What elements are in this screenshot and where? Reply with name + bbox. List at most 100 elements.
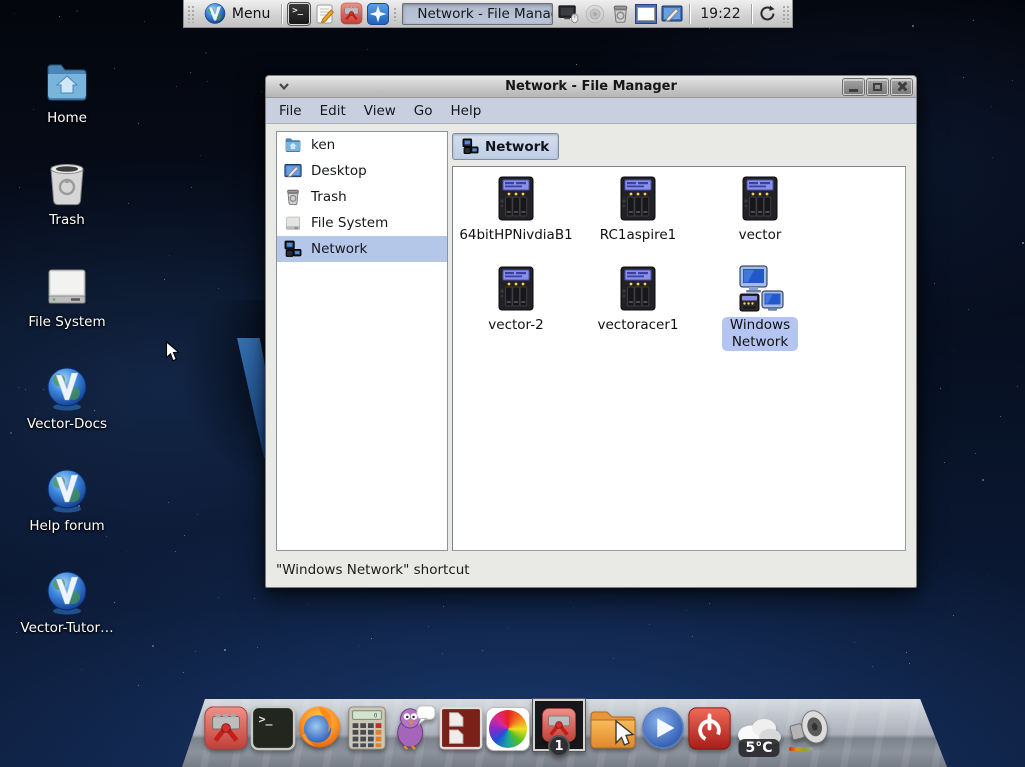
sidebar-item-label: Network	[311, 241, 367, 257]
desktop-icon	[284, 162, 302, 180]
maximize-button[interactable]	[867, 79, 888, 95]
package-manager-icon	[203, 705, 249, 751]
shortcuts-sidebar: ken Desktop Trash File System	[276, 131, 448, 551]
menu-file[interactable]: File	[270, 100, 311, 122]
control-center-launcher[interactable]	[367, 2, 389, 26]
sidebar-item-label: Desktop	[311, 163, 367, 179]
display-settings-tray[interactable]	[557, 2, 580, 26]
desktop-icon-label: Vector-Docs	[27, 416, 107, 432]
sidebar-item-desktop[interactable]: Desktop	[277, 158, 447, 184]
file-item-vectoracer1[interactable]: vectoracer1	[577, 263, 699, 353]
content-pane: Network 64bitHPNivdiaB1	[452, 131, 910, 551]
maximize-icon	[873, 83, 882, 91]
desktop-icon-home[interactable]: Home	[19, 58, 115, 126]
dock-running-file-manager[interactable]: 1	[531, 703, 587, 751]
dock-documents[interactable]	[437, 703, 484, 751]
desktop-icon-help-forum[interactable]: Help forum	[19, 466, 115, 534]
firefox-icon	[296, 703, 343, 751]
panel-grip-left[interactable]	[187, 5, 194, 23]
dock-image-viewer[interactable]	[484, 703, 531, 751]
network-icon	[284, 240, 302, 258]
dock-package-manager[interactable]	[202, 703, 249, 751]
volume-muted-tray[interactable]	[584, 2, 606, 26]
session-action-button[interactable]	[757, 2, 778, 26]
titlebar[interactable]: Network - File Manager	[266, 76, 916, 98]
trash-tray[interactable]	[610, 2, 631, 26]
file-item-label: Windows Network	[722, 317, 798, 351]
package-manager-launcher[interactable]	[340, 2, 363, 26]
vector-globe-icon	[43, 568, 91, 616]
taskbar-window-button[interactable]: Network - File Manager	[402, 3, 552, 25]
dock-volume[interactable]	[785, 703, 835, 751]
terminal-launcher[interactable]: >_	[288, 2, 310, 26]
dock: >_ 0	[182, 699, 947, 767]
dock-media-player[interactable]	[639, 703, 686, 751]
desktop-settings-tray[interactable]	[661, 2, 683, 26]
menu-view[interactable]: View	[355, 100, 405, 122]
desktop-icon-vector-docs[interactable]: Vector-Docs	[19, 364, 115, 432]
desktop-settings-icon	[661, 3, 683, 25]
sidebar-item-ken[interactable]: ken	[277, 132, 447, 158]
menu-button[interactable]: Menu	[198, 1, 275, 27]
display-settings-icon	[557, 2, 580, 25]
svg-text:>_: >_	[258, 712, 272, 727]
close-icon	[896, 81, 907, 92]
path-button-network[interactable]: Network	[452, 133, 559, 160]
workspace-1[interactable]	[637, 7, 655, 21]
dock-calculator[interactable]: 0	[343, 703, 390, 751]
file-item-windows-network[interactable]: Windows Network	[699, 263, 821, 353]
dock-terminal[interactable]: >_	[249, 703, 296, 751]
desktop-icon-vector-tutor[interactable]: Vector-Tutor…	[19, 568, 115, 636]
svg-text:0: 0	[373, 713, 377, 719]
minimize-button[interactable]	[843, 79, 864, 95]
nas-server-icon	[736, 175, 784, 223]
dock-file-manager[interactable]	[587, 703, 639, 751]
sidebar-item-label: ken	[311, 137, 335, 153]
panel-clock[interactable]: 19:22	[696, 6, 744, 22]
package-manager-icon	[340, 2, 363, 25]
menu-go[interactable]: Go	[405, 100, 442, 122]
path-button-label: Network	[485, 139, 549, 155]
play-icon	[640, 705, 686, 751]
sidebar-item-filesystem[interactable]: File System	[277, 210, 447, 236]
home-folder-icon	[43, 58, 91, 106]
file-view[interactable]: 64bitHPNivdiaB1 RC1aspire1	[452, 166, 906, 551]
desktop-icon-trash[interactable]: Trash	[19, 160, 115, 228]
text-editor-launcher[interactable]	[314, 2, 336, 26]
file-item-label: 64bitHPNivdiaB1	[459, 227, 572, 244]
desktop-icon-label: Help forum	[29, 518, 104, 534]
dock-pidgin[interactable]	[390, 703, 437, 751]
sidebar-item-network[interactable]: Network	[277, 236, 447, 262]
file-item-vector[interactable]: vector	[699, 173, 821, 263]
panel-grip-right[interactable]	[782, 5, 789, 23]
sidebar-item-trash[interactable]: Trash	[277, 184, 447, 210]
minimize-icon	[849, 89, 858, 92]
panel-separator	[751, 4, 752, 24]
running-app-frame: 1	[533, 699, 585, 751]
terminal-icon: >_	[288, 3, 310, 25]
file-item-vector-2[interactable]: vector-2	[455, 263, 577, 353]
dock-shutdown[interactable]	[686, 703, 733, 751]
nas-server-icon	[492, 265, 540, 313]
trash-icon	[284, 188, 302, 206]
home-folder-icon	[284, 136, 302, 154]
volume-muted-icon	[584, 3, 606, 25]
file-item-64bitHPNivdiaB1[interactable]: 64bitHPNivdiaB1	[455, 173, 577, 263]
file-item-RC1aspire1[interactable]: RC1aspire1	[577, 173, 699, 263]
dock-firefox[interactable]	[296, 703, 343, 751]
close-button[interactable]	[891, 79, 912, 95]
desktop-icon-filesystem[interactable]: File System	[19, 262, 115, 330]
window-menubar: File Edit View Go Help	[266, 98, 916, 124]
taskbar-window-label: Network - File Manager	[417, 6, 552, 22]
menu-help[interactable]: Help	[442, 100, 491, 122]
nas-server-icon	[614, 265, 662, 313]
menu-edit[interactable]: Edit	[311, 100, 355, 122]
tasklist-grip[interactable]	[393, 7, 398, 21]
dock-weather[interactable]: 5°C	[733, 703, 785, 751]
pidgin-icon	[391, 703, 437, 751]
top-panel: Menu >_ Network - File Manager	[183, 0, 793, 28]
desktop-icon-label: Home	[47, 110, 87, 126]
terminal-icon: >_	[250, 705, 296, 751]
nas-server-icon	[614, 175, 662, 223]
workspace-pager[interactable]	[635, 4, 658, 24]
